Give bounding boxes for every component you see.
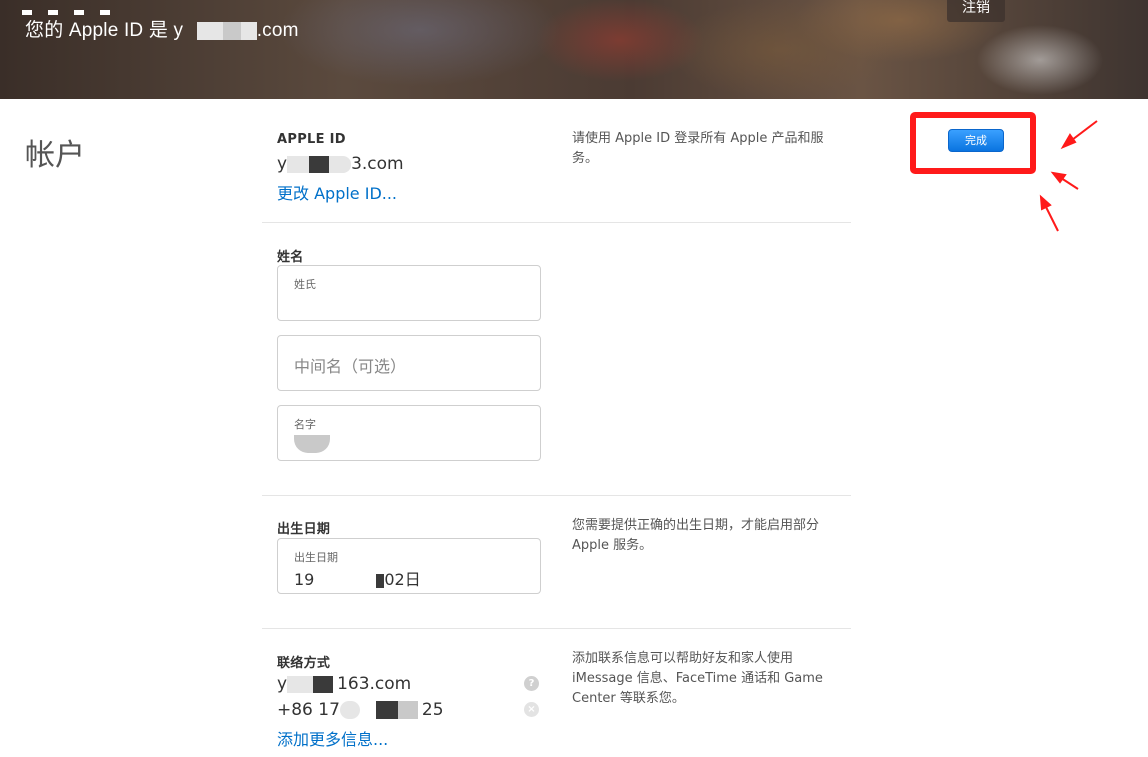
redaction (397, 701, 418, 719)
arrow-head (1039, 194, 1052, 211)
birthday-value: 19 02日 (294, 566, 421, 590)
redaction (287, 675, 314, 693)
phone-prefix: +86 17 (277, 700, 340, 720)
birthday-prefix: 19 (294, 570, 315, 589)
first-name-field[interactable]: 名字 (277, 405, 541, 461)
redaction (313, 675, 334, 693)
redaction (240, 21, 257, 40)
apple-id-suffix: 3.com (351, 154, 404, 174)
divider (262, 222, 851, 223)
middle-name-placeholder: 中间名（可选） (294, 357, 407, 376)
redaction (375, 701, 398, 719)
apple-id-label: APPLE ID (277, 132, 346, 147)
email-suffix: 163.com (337, 674, 412, 694)
birthday-field-label: 出生日期 (294, 551, 338, 564)
header-banner: 您的 Apple ID 是 y .com 注销 (0, 0, 1148, 99)
redaction (329, 155, 352, 173)
contact-phone: +86 17 25 (277, 700, 444, 720)
redaction (309, 155, 330, 173)
name-label: 姓名 (277, 250, 304, 265)
last-name-field[interactable]: 姓氏 (277, 265, 541, 321)
last-name-field-label: 姓氏 (294, 278, 316, 291)
divider (262, 628, 851, 629)
email-prefix: y (277, 674, 288, 694)
birthday-suffix: 02日 (384, 570, 421, 589)
redaction (222, 21, 241, 40)
contact-email: y 163.com (277, 674, 411, 694)
contact-label: 联络方式 (277, 656, 331, 671)
question-icon[interactable]: ? (524, 676, 539, 691)
banner-decoration (22, 0, 142, 15)
banner-apple-id-suffix: .com (256, 20, 299, 41)
first-name-field-label: 名字 (294, 418, 316, 431)
arrow-head (1050, 171, 1067, 184)
birthday-description: 您需要提供正确的出生日期，才能启用部分 Apple 服务。 (572, 518, 820, 553)
change-apple-id-link[interactable]: 更改 Apple ID... (277, 180, 397, 204)
page-title: 帐户 (25, 138, 85, 173)
redaction (314, 572, 377, 589)
logout-button[interactable]: 注销 (947, 0, 1005, 22)
birthday-label: 出生日期 (277, 522, 331, 537)
annotation-arrows (1039, 120, 1098, 232)
close-icon[interactable]: × (524, 702, 539, 717)
apple-id-description: 请使用 Apple ID 登录所有 Apple 产品和服务。 (572, 131, 824, 166)
apple-id-value: y 3.com (277, 154, 404, 174)
phone-suffix: 25 (421, 700, 444, 720)
redaction (339, 701, 360, 719)
redaction (359, 701, 376, 719)
apple-id-prefix: y (277, 154, 288, 174)
first-name-value (294, 433, 330, 453)
apple-id-banner-text: 您的 Apple ID 是 y .com (25, 15, 299, 42)
arrow-head (1060, 133, 1077, 150)
divider (262, 495, 851, 496)
contact-description: 添加联系信息可以帮助好友和家人使用 iMessage 信息、FaceTime 通… (572, 651, 823, 706)
redaction (196, 21, 223, 40)
done-button[interactable]: 完成 (948, 129, 1004, 152)
birthday-field[interactable]: 出生日期 19 02日 (277, 538, 541, 594)
middle-name-field[interactable]: 中间名（可选） (277, 335, 541, 391)
redaction (287, 155, 310, 173)
redaction (294, 434, 330, 453)
add-more-info-link[interactable]: 添加更多信息... (277, 726, 388, 750)
banner-apple-id-prefix: 您的 Apple ID 是 y (25, 20, 184, 41)
